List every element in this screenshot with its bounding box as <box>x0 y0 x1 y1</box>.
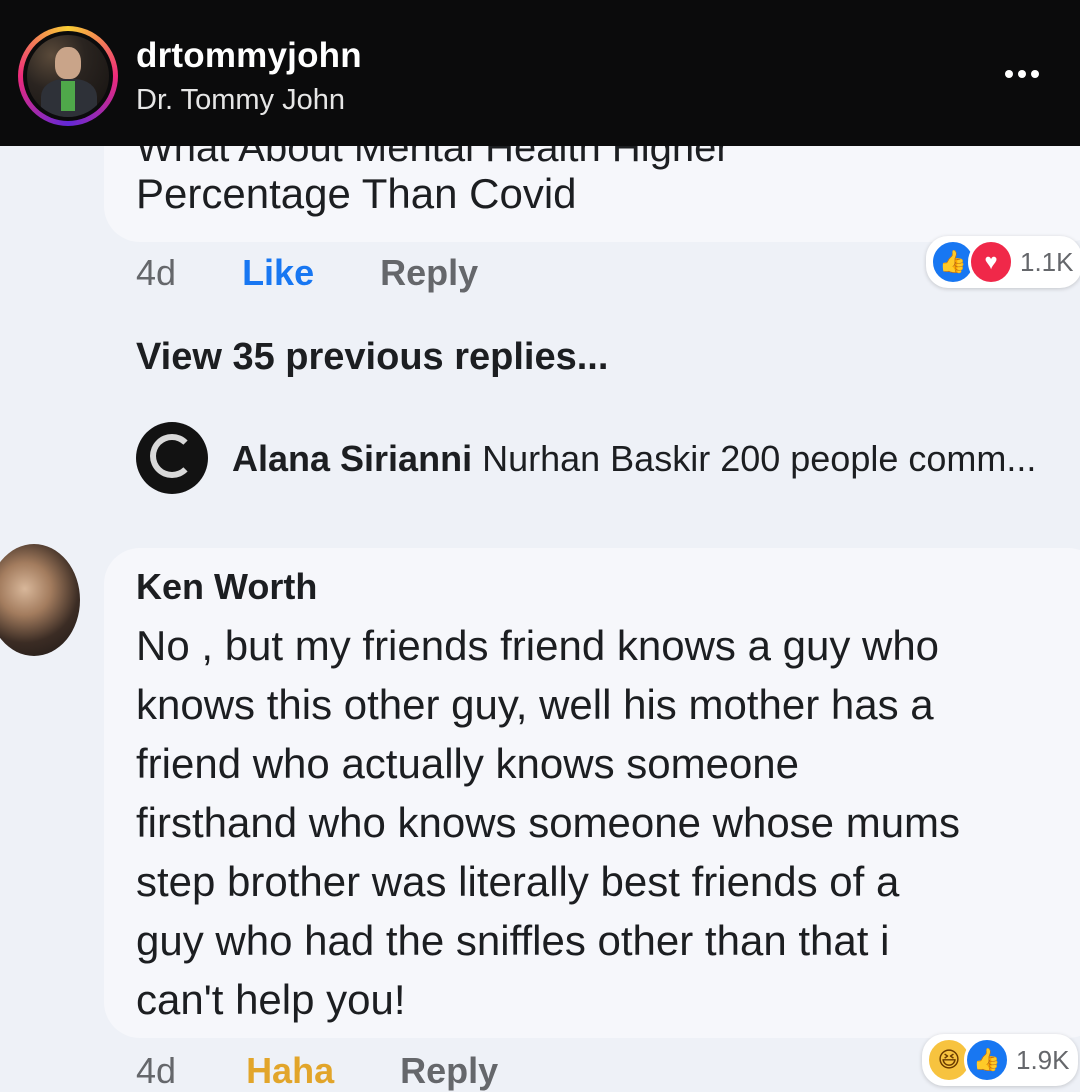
avatar-figure-shirt <box>61 81 75 111</box>
comment-meta-row-ken: 4d Haha Reply <box>136 1050 498 1092</box>
reply-author-avatar[interactable] <box>136 422 208 494</box>
reaction-count: 1.1K <box>1020 246 1074 277</box>
like-reaction-icon: 👍 <box>964 1037 1010 1083</box>
comment-timestamp: 4d <box>136 252 177 293</box>
more-dot <box>1005 70 1013 78</box>
avatar-swirl-graphic <box>150 434 194 478</box>
reply-preview-text: Nurhan Baskir 200 people comm... <box>482 438 1037 479</box>
ken-worth-avatar[interactable] <box>0 544 80 656</box>
comment-line: No , but my friends friend knows a guy w… <box>136 622 940 669</box>
avatar-photo <box>27 35 109 117</box>
comment-line: step brother was literally best friends … <box>136 858 900 905</box>
comment-author-name[interactable]: Ken Worth <box>136 566 317 608</box>
comment-line: friend who actually knows someone <box>136 740 800 787</box>
comment-text: Percentage Than Covid <box>136 170 577 217</box>
reaction-summary[interactable]: 👍 ♥ 1.1K <box>926 236 1080 288</box>
more-options-icon[interactable] <box>1000 52 1044 96</box>
like-button[interactable]: Like <box>242 252 314 293</box>
comment-meta-row: 4d Like Reply <box>136 252 478 294</box>
comment-line: can't help you! <box>136 976 406 1023</box>
more-dot <box>1018 70 1026 78</box>
more-dot <box>1031 70 1039 78</box>
reply-button[interactable]: Reply <box>400 1050 498 1091</box>
comment-line: firsthand who knows someone whose mums <box>136 799 961 846</box>
username[interactable]: drtommyjohn <box>136 36 362 76</box>
ig-post-header: drtommyjohn Dr. Tommy John <box>0 0 1080 146</box>
reaction-count: 1.9K <box>1016 1044 1070 1075</box>
profile-avatar[interactable] <box>18 26 118 126</box>
reply-author-name[interactable]: Alana Sirianni <box>232 438 472 479</box>
reply-button[interactable]: Reply <box>380 252 478 293</box>
comment-line: knows this other guy, well his mother ha… <box>136 681 934 728</box>
reply-preview[interactable]: Alana Sirianni Nurhan Baskir 200 people … <box>232 438 1036 480</box>
comment-line: guy who had the sniffles other than that… <box>136 917 890 964</box>
view-previous-replies-link[interactable]: View 35 previous replies... <box>136 336 608 379</box>
avatar-inner <box>23 31 113 121</box>
full-name: Dr. Tommy John <box>136 84 345 116</box>
reaction-summary-ken[interactable]: 😆 👍 1.9K <box>922 1034 1078 1086</box>
love-reaction-icon: ♥ <box>968 239 1014 285</box>
haha-button[interactable]: Haha <box>246 1050 334 1091</box>
comment-timestamp: 4d <box>136 1050 177 1091</box>
avatar-figure-head <box>55 47 81 79</box>
